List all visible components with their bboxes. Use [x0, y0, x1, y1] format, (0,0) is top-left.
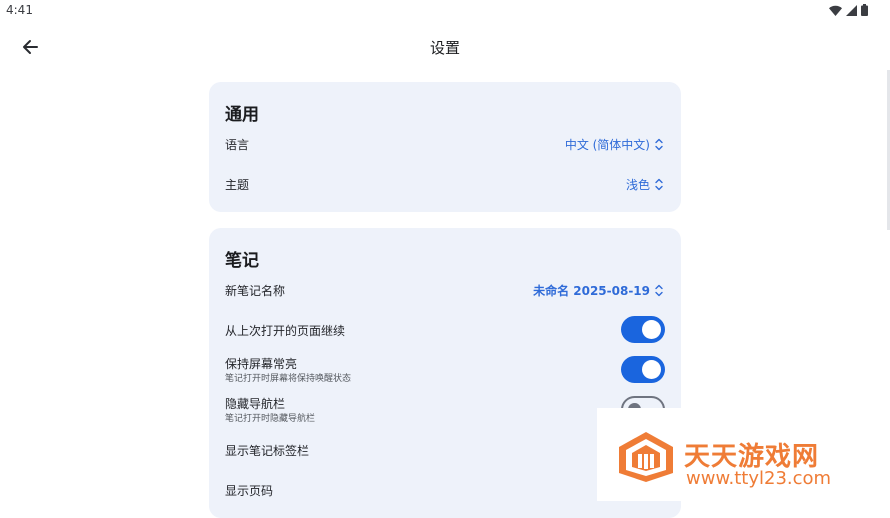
new-note-name-row[interactable]: 新笔记名称 未命名 2025-08-19 — [225, 276, 665, 304]
general-section-title: 通用 — [225, 105, 259, 125]
language-row[interactable]: 语言 中文 (简体中文) — [225, 130, 665, 158]
resume-last-page-row: 从上次打开的页面继续 — [225, 316, 665, 344]
watermark: 天天游戏网 www.ttyl23.com — [597, 408, 890, 501]
status-icons — [829, 4, 868, 16]
resume-last-page-toggle[interactable] — [621, 316, 665, 343]
resume-last-page-label: 从上次打开的页面继续 — [225, 324, 346, 338]
unfold-icon — [655, 178, 663, 191]
new-note-name-value: 未命名 2025-08-19 — [533, 284, 650, 298]
page-title: 设置 — [429, 39, 460, 57]
watermark-logo — [619, 432, 673, 482]
show-note-tags-label: 显示笔记标签栏 — [225, 444, 310, 458]
theme-select[interactable]: 浅色 — [626, 176, 663, 193]
signal-icon — [846, 4, 857, 16]
theme-value: 浅色 — [625, 178, 650, 192]
toggle-knob — [642, 360, 661, 379]
hide-nav-bar-label: 隐藏导航栏 — [225, 397, 286, 411]
unfold-icon — [655, 138, 663, 151]
new-note-name-label: 新笔记名称 — [225, 284, 286, 298]
keep-screen-on-label: 保持屏幕常亮 — [225, 357, 298, 371]
general-settings-card: 通用 语言 中文 (简体中文) 主题 浅色 — [209, 82, 681, 212]
status-time: 4:41 — [6, 3, 33, 17]
unfold-icon — [655, 284, 663, 297]
battery-icon — [861, 4, 868, 16]
toggle-knob — [642, 320, 661, 339]
show-page-number-label: 显示页码 — [225, 484, 274, 498]
keep-screen-on-row: 保持屏幕常亮 笔记打开时屏幕将保持唤醒状态 — [225, 356, 665, 384]
hide-nav-bar-sublabel: 笔记打开时隐藏导航栏 — [225, 414, 316, 424]
notes-section-title: 笔记 — [225, 251, 259, 271]
theme-row[interactable]: 主题 浅色 — [225, 170, 665, 198]
watermark-url: www.ttyl23.com — [686, 468, 832, 489]
keep-screen-on-toggle[interactable] — [621, 356, 665, 383]
new-note-name-select[interactable]: 未命名 2025-08-19 — [533, 282, 663, 299]
language-label: 语言 — [225, 138, 250, 152]
language-value: 中文 (简体中文) — [564, 138, 650, 152]
theme-label: 主题 — [225, 178, 250, 192]
status-bar: 4:41 — [0, 0, 890, 22]
language-select[interactable]: 中文 (简体中文) — [565, 136, 663, 153]
wifi-icon — [829, 5, 842, 16]
app-bar: 设置 — [0, 22, 890, 72]
keep-screen-on-sublabel: 笔记打开时屏幕将保持唤醒状态 — [225, 374, 352, 384]
